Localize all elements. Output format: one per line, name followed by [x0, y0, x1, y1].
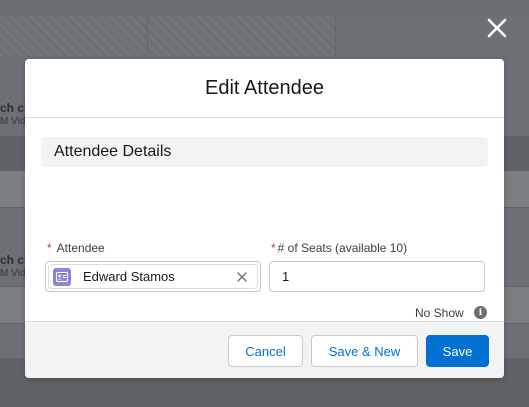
modal-footer: Cancel Save & New Save	[25, 321, 504, 378]
required-marker: *	[271, 241, 276, 255]
background-hatched-cell	[148, 16, 336, 56]
attendee-label-text: Attendee	[56, 241, 105, 255]
required-marker: *	[47, 241, 52, 255]
close-modal-button[interactable]	[485, 16, 509, 40]
modal-header: Edit Attendee	[25, 59, 504, 118]
no-show-label: No Show	[415, 306, 464, 320]
remove-attendee-button[interactable]	[233, 268, 251, 286]
background-row-subtitle: M Vid	[0, 268, 26, 279]
save-and-new-button[interactable]: Save & New	[311, 335, 418, 367]
seats-label-text: # of Seats (available 10)	[277, 241, 408, 255]
close-icon	[237, 271, 247, 282]
attendee-field-label: * Attendee	[47, 241, 105, 255]
cancel-button[interactable]: Cancel	[228, 335, 303, 367]
seats-input[interactable]	[269, 261, 485, 292]
attendee-pill-label: Edward Stamos	[83, 269, 175, 284]
save-button[interactable]: Save	[426, 335, 489, 367]
info-icon[interactable]: i	[474, 306, 487, 319]
section-title: Attendee Details	[54, 143, 172, 160]
attendee-pill[interactable]: Edward Stamos	[48, 264, 258, 289]
background-header-band	[0, 0, 529, 16]
background-hatched-cell	[0, 16, 148, 56]
contact-card-icon	[53, 267, 71, 286]
section-header[interactable]: Attendee Details	[41, 137, 488, 167]
modal-body: Attendee Details * Attendee Edward Stamos	[25, 118, 504, 347]
attendee-lookup-field[interactable]: Edward Stamos	[45, 261, 261, 292]
modal-title: Edit Attendee	[205, 76, 324, 99]
edit-attendee-modal: Edit Attendee Attendee Details * Attendee	[25, 59, 504, 378]
background-row-subtitle: M Vid	[0, 116, 26, 127]
close-icon	[487, 18, 507, 38]
seats-field-label: * # of Seats (available 10)	[271, 241, 407, 255]
